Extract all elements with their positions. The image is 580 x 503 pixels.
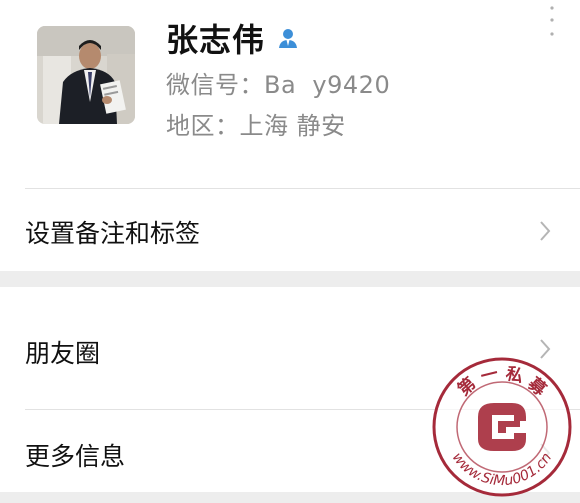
contact-profile-page: 张志伟 微信号：Ba y9420 地区：上海 静安 设置备注和标签 朋友圈 更多… [0, 0, 580, 503]
wechat-id: 微信号：Ba y9420 [166, 65, 390, 100]
moments-label: 朋友圈 [25, 339, 101, 368]
section-gap [0, 271, 580, 287]
avatar-photo [37, 26, 135, 124]
profile-header: 张志伟 微信号：Ba y9420 地区：上海 静安 [0, 0, 580, 188]
more-icon[interactable] [547, 4, 557, 48]
avatar[interactable] [37, 26, 135, 124]
name-row: 张志伟 [166, 17, 299, 59]
remark-tags-row[interactable]: 设置备注和标签 [0, 189, 580, 271]
more-info-label: 更多信息 [25, 442, 126, 471]
wechat-id-label: 微信号： [166, 71, 264, 99]
contact-person-icon [277, 27, 299, 49]
region-value: 上海 静安 [239, 112, 346, 140]
contact-name: 张志伟 [166, 21, 266, 59]
region-label: 地区： [166, 112, 240, 140]
region: 地区：上海 静安 [166, 106, 346, 141]
wechat-id-value: Ba y9420 [264, 71, 391, 99]
watermark-seal: 第 一 私 募 www.SiMu001.cn [430, 355, 575, 500]
remark-tags-label: 设置备注和标签 [25, 219, 201, 248]
chevron-right-icon [538, 220, 552, 242]
